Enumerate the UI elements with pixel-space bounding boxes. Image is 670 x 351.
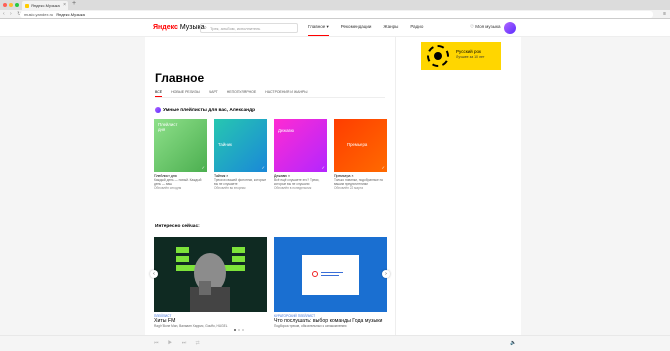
playlist-cover[interactable]: Дежавю ✓ <box>274 119 327 172</box>
url-field[interactable]: music.yandex.ru Яндекс.Музыка <box>20 11 653 18</box>
playlist-desc: Только новинки, подобранные по вашим пре… <box>334 178 384 187</box>
artwork-panel <box>302 255 359 295</box>
tab-chart[interactable]: Чарт <box>209 90 218 97</box>
url-page-title: Яндекс.Музыка <box>56 12 85 17</box>
ad-banner[interactable]: Русский рок Лучшее за 10 лет <box>421 42 501 70</box>
yandex-music-favicon-icon <box>25 3 29 8</box>
page-title: Главное <box>155 71 205 85</box>
playlist-card[interactable]: Премьера ✓ Премьера × Только новинки, по… <box>334 119 387 190</box>
minimize-window-button[interactable] <box>9 3 13 7</box>
ad-subtitle: Лучшее за 10 лет <box>456 55 485 59</box>
featured-cover-hits-fm[interactable] <box>154 237 267 312</box>
featured-desc: Подборка треков, обязательных к ознакомл… <box>274 324 347 328</box>
nav-main[interactable]: Главное ▾ <box>308 24 329 36</box>
logo[interactable]: Яндекс Музыка <box>153 24 205 31</box>
search-input[interactable]: ⌕ Трек, альбом, исполнитель <box>200 23 298 33</box>
zoom-window-button[interactable] <box>15 3 19 7</box>
volume-icon[interactable]: 🔈 <box>510 340 516 346</box>
top-nav: Главное ▾ Рекомендации Жанры Радио <box>308 24 423 36</box>
playlist-card[interactable]: Дежавю ✓ Дежавю × Всё ещё слушаете это? … <box>274 119 327 190</box>
hits-fm-artwork <box>176 247 245 312</box>
tab-moods-genres[interactable]: Настроения и жанры <box>265 90 307 97</box>
close-icon[interactable]: × <box>63 2 66 8</box>
check-icon: ✓ <box>381 165 385 170</box>
avatar[interactable] <box>504 22 516 34</box>
playlist-desc: Всё ещё слушаете это? Треки, которые вы … <box>274 178 320 187</box>
artwork-line <box>321 275 339 276</box>
menu-icon[interactable]: ≡ <box>663 11 666 17</box>
featured-cover-music-choice[interactable] <box>274 237 387 312</box>
main-column: Главное Всё Новые релизы Чарт Непопулярн… <box>145 37 395 335</box>
red-dot-icon <box>312 271 318 277</box>
pagination-dot[interactable] <box>238 329 240 331</box>
smart-playlists-title: Умные плейлисты для вас, Александр <box>155 107 255 113</box>
check-icon: ✓ <box>261 165 265 170</box>
featured-cards: Плейлист Хиты FM Rag'n'Bone Man, Вальвин… <box>154 237 387 328</box>
nav-recommendations[interactable]: Рекомендации <box>341 24 372 36</box>
pagination-dot[interactable] <box>234 329 236 331</box>
playlist-cover[interactable]: Премьера ✓ <box>334 119 387 172</box>
playlist-desc: Треки из вашей фонотеки, которые вы не с… <box>214 178 267 187</box>
cover-title: Дежавю <box>278 128 295 133</box>
carousel-pagination <box>234 329 244 331</box>
tab-title: Яндекс.Музыка <box>31 3 60 8</box>
close-window-button[interactable] <box>3 3 7 7</box>
playlist-cover[interactable]: Тайник ✓ <box>214 119 267 172</box>
nav-radio[interactable]: Радио <box>410 24 423 36</box>
divider <box>155 97 385 98</box>
check-icon: ✓ <box>201 165 205 170</box>
player-controls-icon[interactable]: ⏮ ▶ ⏭ ⇄ <box>154 340 204 346</box>
tab-strip: Яндекс.Музыка × + <box>0 0 670 10</box>
sun-icon <box>427 45 449 67</box>
search-placeholder: Трек, альбом, исполнитель <box>210 26 261 31</box>
playlist-cover[interactable]: Плейлист дня ✓ <box>154 119 207 172</box>
my-music-label: Моя музыка <box>475 24 501 29</box>
cover-title: Премьера <box>347 142 368 147</box>
cover-title: Плейлист дня <box>158 122 178 132</box>
carousel-next-button[interactable]: › <box>382 270 390 278</box>
cover-title: Тайник <box>218 142 232 147</box>
playlist-updated: Обновлён сегодня <box>154 186 182 191</box>
logo-yandex: Яндекс <box>153 24 178 31</box>
playlist-updated: Обновлён в понедельник <box>274 186 312 191</box>
featured-desc: Rag'n'Bone Man, Вальвин Харрис, Gouffo, … <box>154 324 228 328</box>
search-icon: ⌕ <box>204 25 207 31</box>
smart-playlist-icon <box>155 107 161 113</box>
chevron-down-icon: ▾ <box>326 24 329 29</box>
right-column: Русский рок Лучшее за 10 лет <box>395 37 521 335</box>
ad-title: Русский рок <box>456 49 481 54</box>
playlist-card[interactable]: Тайник ✓ Тайник × Треки из вашей фонотек… <box>214 119 267 190</box>
carousel-prev-button[interactable]: ‹ <box>150 270 158 278</box>
now-interesting-title: Интересно сейчас: <box>155 224 200 229</box>
player-bar: ⏮ ▶ ⏭ ⇄ 🔈 <box>0 335 670 351</box>
browser-window: Яндекс.Музыка × + ‹ › ↻ music.yandex.ru Я… <box>0 0 670 351</box>
playlist-updated: Обновлён 22 марта <box>334 186 364 191</box>
subtabs: Всё Новые релизы Чарт Непопулярное Настр… <box>155 90 307 97</box>
featured-card[interactable]: Кураторский плейлист Что послушать: выбо… <box>274 237 387 328</box>
page: Яндекс Музыка ⌕ Трек, альбом, исполнител… <box>0 19 670 335</box>
address-bar: ‹ › ↻ music.yandex.ru Яндекс.Музыка ≡ <box>0 10 670 19</box>
pagination-dot[interactable] <box>242 329 244 331</box>
my-music-link[interactable]: ♡ Моя музыка <box>470 24 501 30</box>
tab-all[interactable]: Всё <box>155 90 163 97</box>
smart-playlists-label: Умные плейлисты для вас, Александр <box>163 107 256 113</box>
nav-genres[interactable]: Жанры <box>383 24 398 36</box>
playlist-card[interactable]: Плейлист дня ✓ Плейлист дня Каждый день … <box>154 119 207 190</box>
tab-unpopular[interactable]: Непопулярное <box>227 90 256 97</box>
artwork-line <box>321 272 343 273</box>
nav-main-label: Главное <box>308 24 326 29</box>
site-header: Яндекс Музыка ⌕ Трек, альбом, исполнител… <box>0 19 670 37</box>
window-controls <box>3 3 19 7</box>
playlist-cards: Плейлист дня ✓ Плейлист дня Каждый день … <box>154 119 387 190</box>
playlist-desc: Каждый день — новый. Каждый день — ваш <box>154 178 202 187</box>
new-tab-button[interactable]: + <box>72 0 76 7</box>
playlist-updated: Обновлён во вторник <box>214 186 246 191</box>
url-host: music.yandex.ru <box>24 12 54 17</box>
check-icon: ✓ <box>321 165 325 170</box>
featured-card[interactable]: Плейлист Хиты FM Rag'n'Bone Man, Вальвин… <box>154 237 267 328</box>
browser-tab[interactable]: Яндекс.Музыка × <box>22 1 68 10</box>
tab-new-releases[interactable]: Новые релизы <box>171 90 200 97</box>
